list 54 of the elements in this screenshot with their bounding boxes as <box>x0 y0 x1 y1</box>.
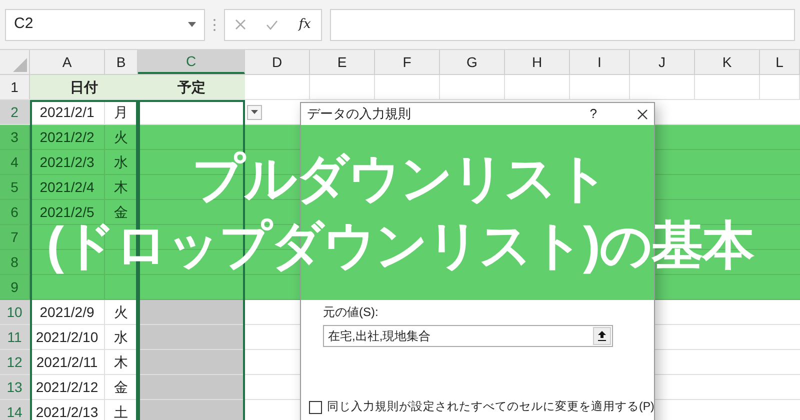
row-number[interactable]: 8 <box>0 250 30 274</box>
weekday-cell-text: 木 <box>114 352 128 372</box>
row-number[interactable]: 3 <box>0 125 30 149</box>
column-header[interactable]: L <box>760 50 800 74</box>
date-cell-text: 2021/2/2 <box>40 128 94 146</box>
source-field[interactable]: 在宅,出社,現地集合 <box>323 325 613 347</box>
weekday-cell-text: 土 <box>114 402 128 420</box>
date-cell-text: 2021/2/3 <box>40 152 94 172</box>
row-number[interactable]: 7 <box>0 225 30 249</box>
row-number[interactable]: 1 <box>0 75 30 99</box>
weekday-cell-text: 火 <box>114 128 128 146</box>
weekday-cell-text: 金 <box>114 378 128 396</box>
column-header[interactable]: I <box>570 50 630 74</box>
column-header[interactable]: A <box>30 50 105 74</box>
weekday-cell-text: 月 <box>114 102 128 122</box>
date-cell-text: 2021/2/12 <box>36 378 98 396</box>
row-number[interactable]: 11 <box>0 325 30 349</box>
name-box[interactable]: C2 <box>5 8 205 40</box>
date-cell-text: 2021/2/11 <box>36 352 98 372</box>
date-cell-text: 2021/2/4 <box>40 178 94 196</box>
row-number[interactable]: 2 <box>0 100 30 124</box>
column-header[interactable]: K <box>695 50 760 74</box>
column-header[interactable]: G <box>440 50 505 74</box>
table-header-cell: 日付 <box>30 75 138 99</box>
row-number[interactable]: 10 <box>0 300 30 324</box>
row-number[interactable]: 14 <box>0 400 30 420</box>
date-cell-text: 2021/2/5 <box>40 202 94 222</box>
row-number[interactable]: 5 <box>0 175 30 199</box>
column-header[interactable]: F <box>375 50 440 74</box>
date-cell-text: 2021/2/10 <box>36 328 98 346</box>
column-header[interactable]: D <box>245 50 310 74</box>
apply-all-label: 同じ入力規則が設定されたすべてのセルに変更を適用する(P) <box>327 399 654 415</box>
column-header[interactable]: C <box>138 50 245 74</box>
table-header-cell: 予定 <box>138 75 245 99</box>
source-label: 元の値(S): <box>323 304 378 321</box>
dialog-title: データの入力規則 <box>307 105 411 124</box>
function-button[interactable]: fx <box>298 14 311 34</box>
weekday-cell-text: 火 <box>114 302 128 322</box>
row-number[interactable]: 13 <box>0 375 30 399</box>
help-button[interactable]: ? <box>590 104 597 124</box>
row-number[interactable]: 12 <box>0 350 30 374</box>
weekday-cell-text: 金 <box>114 202 128 222</box>
row-number[interactable]: 4 <box>0 150 30 174</box>
row-number[interactable]: 6 <box>0 200 30 224</box>
weekday-cell-text: 水 <box>114 328 128 346</box>
date-cell-text: 2021/2/13 <box>36 402 98 420</box>
date-cell-text: 2021/2/9 <box>40 302 94 322</box>
row-number[interactable]: 9 <box>0 275 30 299</box>
column-header[interactable]: H <box>505 50 570 74</box>
date-cell-text: 2021/2/1 <box>40 102 94 122</box>
column-header[interactable]: J <box>630 50 695 74</box>
weekday-cell-text: 水 <box>114 152 128 172</box>
weekday-cell-text: 木 <box>114 178 128 196</box>
column-header[interactable]: E <box>310 50 375 74</box>
